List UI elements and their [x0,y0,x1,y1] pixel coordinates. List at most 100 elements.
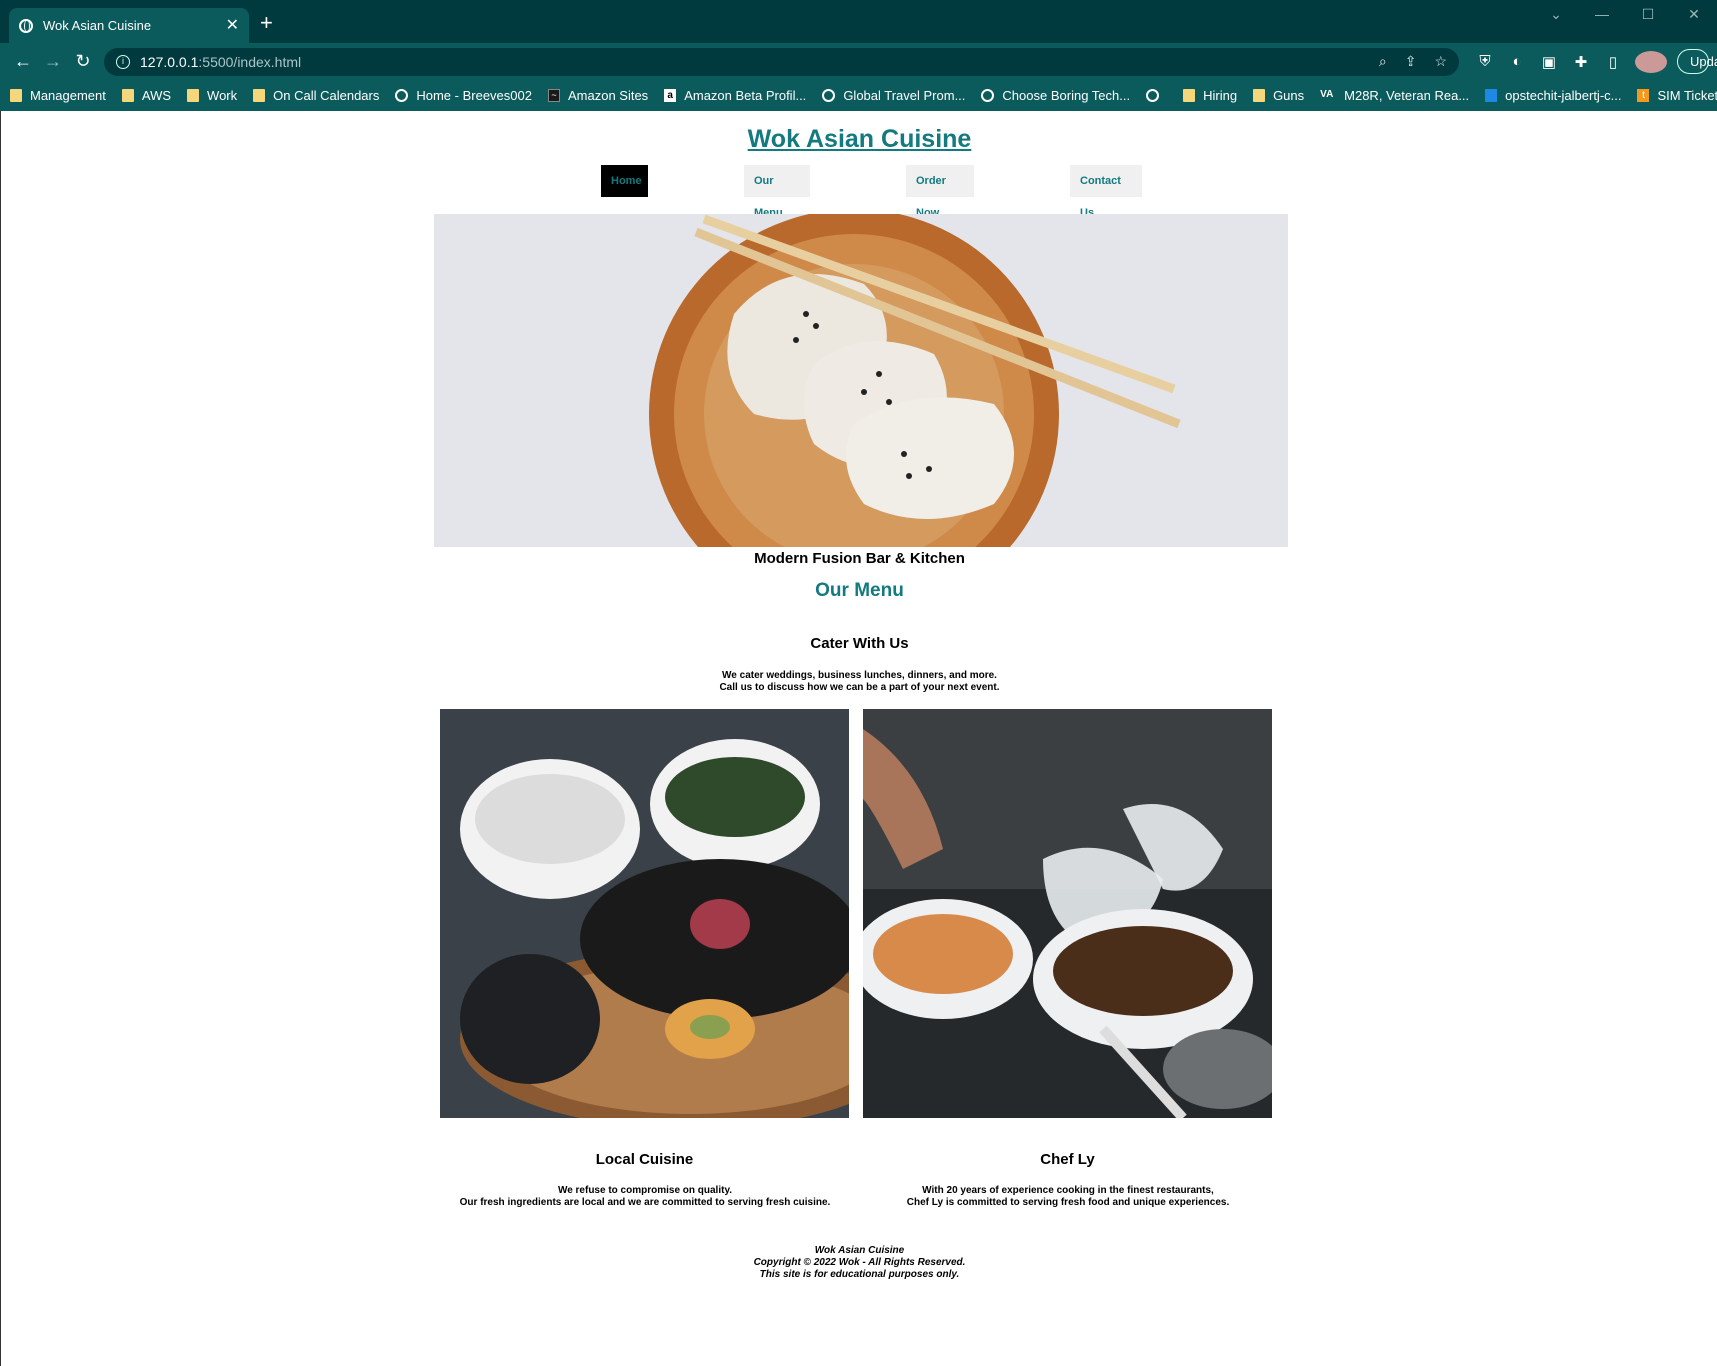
folder-icon [187,89,200,102]
bookmark-item[interactable]: AWS [121,88,171,103]
bookmark-label: Amazon Sites [567,88,649,103]
new-tab-button[interactable]: + [260,12,273,34]
folder-icon [1253,89,1266,102]
tagline: Modern Fusion Bar & Kitchen [754,550,965,567]
address-bar[interactable]: i 127.0.0.1 :5500/index.html ⌕ ⇪ ☆ [104,47,1459,76]
globe-icon [395,89,409,102]
local-cuisine-heading: Local Cuisine [595,1151,694,1168]
bookmark-label: Work [207,88,238,103]
chef-text: With 20 years of experience cooking in t… [848,1185,1288,1209]
bookmark-item[interactable] [1146,89,1167,102]
profile-avatar[interactable] [1635,50,1667,73]
chef-ly-image [863,709,1272,1118]
extensions-area: ⛨ ◐ ▣ ✚ ▯ Update [1469,49,1717,74]
cater-line-2: Call us to discuss how we can be a part … [719,682,1000,693]
nav-home[interactable]: Home [601,165,648,197]
tab-search-icon[interactable]: ⌄ [1533,6,1579,23]
web-page: Wok Asian Cuisine Home Our Menu Order No… [0,111,1717,1366]
cater-line-1: We cater weddings, business lunches, din… [722,670,997,681]
bookmark-label: Choose Boring Tech... [1002,88,1131,103]
globe-icon [822,89,836,102]
bookmark-item[interactable]: Work [187,88,237,103]
site-title: Wok Asian Cuisine [1,125,1717,154]
bookmark-label: opstechit-jalbertj-c... [1505,88,1622,103]
close-tab-icon[interactable]: ✕ [226,17,239,34]
update-button[interactable]: Update [1677,49,1717,74]
share-icon[interactable]: ⇪ [1405,53,1417,70]
tab-strip: Wok Asian Cuisine ✕ + ⌄ — ☐ ✕ [0,0,1717,43]
side-panel-icon[interactable]: ▯ [1597,53,1629,71]
globe-icon [1146,89,1160,102]
amazon-a-icon: a [664,89,677,102]
amazon-icon: ~ [547,89,560,102]
our-menu-heading: Our Menu [815,580,904,601]
zoom-icon[interactable]: ⌕ [1379,53,1387,70]
folder-icon [253,89,266,102]
site-footer: Wok Asian Cuisine Copyright © 2022 Wok -… [1,1245,1717,1281]
tab-title: Wok Asian Cuisine [43,18,152,33]
bookmark-item[interactable]: Choose Boring Tech... [981,88,1130,103]
nav-our-menu[interactable]: Our Menu [744,165,810,219]
bookmark-item[interactable]: a Amazon Beta Profil... [664,88,806,103]
close-window-button[interactable]: ✕ [1671,6,1717,23]
bookmark-label: Hiring [1203,88,1238,103]
browser-chrome: Wok Asian Cuisine ✕ + ⌄ — ☐ ✕ ← → ↻ i 12… [0,0,1717,111]
bookmark-item[interactable]: Home - Breeves002 [395,88,532,103]
bookmark-label: Home - Breeves002 [416,88,532,103]
bookmark-item[interactable]: ~ Amazon Sites [547,88,649,103]
forward-button[interactable]: → [38,51,68,72]
local-line-2: Our fresh ingredients are local and we a… [459,1197,831,1208]
globe-icon [19,18,33,33]
chef-line-2: Chef Ly is committed to serving fresh fo… [906,1197,1230,1208]
bookmark-item[interactable]: opstechit-jalbertj-c... [1485,88,1621,103]
browser-tab[interactable]: Wok Asian Cuisine ✕ [9,8,249,43]
footer-disclaimer: This site is for educational purposes on… [759,1269,960,1280]
url-path: :5500/index.html [198,53,302,70]
extension-glasses-icon[interactable]: ▣ [1533,53,1565,71]
bookmark-label: SIM Ticketing [1657,88,1717,103]
cater-heading: Cater With Us [810,635,909,652]
minimize-button[interactable]: — [1579,6,1625,23]
site-title-link[interactable]: Wok Asian Cuisine [748,125,972,153]
bookmark-item[interactable]: Global Travel Prom... [822,88,965,103]
local-cuisine-text: We refuse to compromise on quality. Our … [425,1185,865,1209]
bookmark-item[interactable]: Guns [1253,88,1304,103]
footer-copyright: Copyright © 2022 Wok - All Rights Reserv… [753,1257,966,1268]
back-button[interactable]: ← [8,51,38,72]
bookmark-label: Guns [1273,88,1305,103]
bookmarks-bar: Management AWS Work On Call Calendars Home -… [0,80,1717,111]
site-info-icon[interactable]: i [116,54,130,69]
browser-toolbar: ← → ↻ i 127.0.0.1 :5500/index.html ⌕ ⇪ ☆… [0,43,1717,80]
chart-icon [1485,89,1498,102]
window-controls: ⌄ — ☐ ✕ [1533,6,1717,23]
bookmark-item[interactable]: t SIM Ticketing [1637,88,1717,103]
bookmark-label: M28R, Veteran Rea... [1344,88,1470,103]
ublock-icon[interactable]: ⛨ [1469,53,1501,70]
bookmark-label: Amazon Beta Profil... [684,88,807,103]
bookmark-item[interactable]: VA M28R, Veteran Rea... [1320,88,1469,103]
chef-heading: Chef Ly [1040,1151,1095,1168]
maximize-button[interactable]: ☐ [1625,6,1671,23]
globe-icon [981,89,995,102]
cater-text: We cater weddings, business lunches, din… [1,670,1717,694]
chef-line-1: With 20 years of experience cooking in t… [922,1185,1214,1196]
bookmark-item[interactable]: Management [10,88,106,103]
bookmark-label: On Call Calendars [273,88,380,103]
reload-button[interactable]: ↻ [68,51,98,72]
local-cuisine-image [440,709,849,1118]
hero-dumplings-image [434,214,1288,547]
nav-contact-us[interactable]: Contact Us [1070,165,1142,219]
folder-icon [121,89,134,102]
va-icon: VA [1320,89,1334,100]
bookmark-label: Global Travel Prom... [843,88,966,103]
t-icon: t [1637,89,1650,102]
bookmark-item[interactable]: Hiring [1183,88,1237,103]
puzzle-icon[interactable]: ✚ [1565,53,1597,71]
bookmark-star-icon[interactable]: ☆ [1434,53,1447,70]
local-line-1: We refuse to compromise on quality. [557,1185,733,1196]
folder-icon [1183,89,1196,102]
nav-order-now[interactable]: Order Now [906,165,974,219]
extension-icon[interactable]: ◐ [1501,53,1533,70]
bookmark-item[interactable]: On Call Calendars [253,88,379,103]
folder-icon [10,89,22,102]
